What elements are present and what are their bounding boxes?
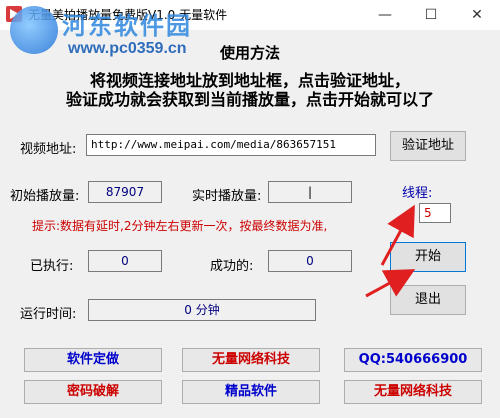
arrow-to-start-icon xyxy=(365,269,416,298)
arrow-to-threads-icon xyxy=(380,204,415,266)
annotation-arrows xyxy=(365,204,416,298)
